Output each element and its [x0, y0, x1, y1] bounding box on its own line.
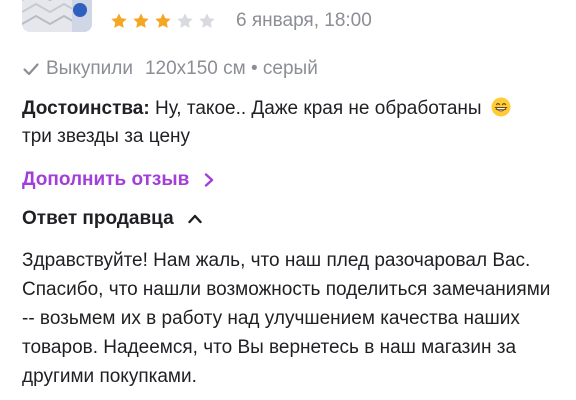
grinning-face-icon — [491, 97, 511, 117]
bought-label: Выкупили — [46, 58, 133, 79]
star-empty-icon — [176, 12, 194, 30]
star-filled-icon — [132, 12, 150, 30]
star-filled-icon — [154, 12, 172, 30]
review-pros: Достоинства: Ну, такое.. Даже края не об… — [22, 95, 557, 151]
star-rating — [110, 12, 216, 30]
review-card: 6 января, 18:00 Выкупили 120х150 см • се… — [0, 0, 576, 400]
review-date: 6 января, 18:00 — [236, 10, 372, 31]
product-photo-thumbnail[interactable] — [22, 0, 92, 32]
pros-text-line-2: три звезды за цену — [22, 126, 191, 147]
add-review-label: Дополнить отзыв — [22, 169, 190, 190]
seller-answer-toggle[interactable]: Ответ продавца — [22, 205, 202, 233]
chevron-up-icon — [187, 213, 202, 225]
star-empty-icon — [198, 12, 216, 30]
check-icon — [22, 60, 40, 78]
seller-answer-text: Здравствуйте! Нам жаль, что наш плед раз… — [22, 250, 551, 387]
purchase-info: Выкупили 120х150 см • серый — [22, 56, 318, 82]
chevron-right-icon — [203, 173, 215, 187]
product-variant: 120х150 см • серый — [144, 58, 318, 79]
seller-answer-title: Ответ продавца — [22, 208, 174, 229]
star-filled-icon — [110, 12, 128, 30]
add-review-link[interactable]: Дополнить отзыв — [22, 166, 215, 194]
pros-label: Достоинства: — [22, 98, 150, 119]
rating-date-row: 6 января, 18:00 — [110, 8, 372, 34]
pros-text: Ну, такое.. Даже края не обработаны — [154, 98, 482, 119]
